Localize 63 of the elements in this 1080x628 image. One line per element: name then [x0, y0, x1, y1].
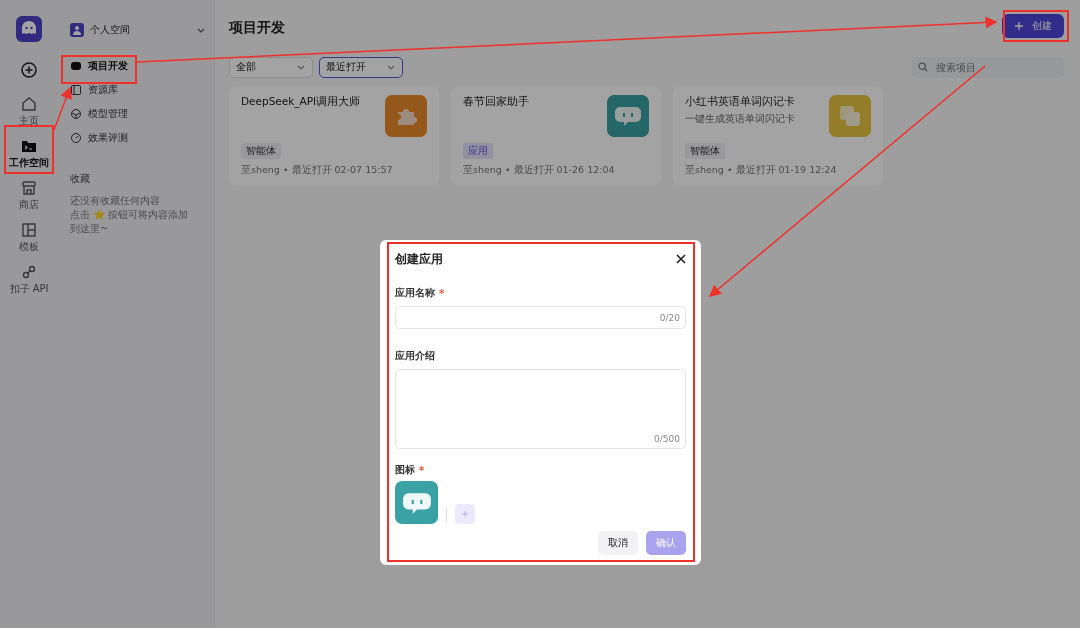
rail-item[interactable]: 扣子 API — [4, 262, 54, 298]
card-title: DeepSeek_API调用大师 — [241, 95, 361, 109]
intro-textarea[interactable]: 0/500 — [395, 369, 686, 449]
required-mark: * — [419, 464, 425, 476]
gauge-icon — [70, 132, 82, 144]
rail-item[interactable]: 工作空间 — [4, 136, 54, 172]
card-meta: 至sheng • 最近打开 02-07 15:57 — [241, 164, 394, 177]
dialog-title: 创建应用 — [395, 250, 443, 268]
favorites-title: 收藏 — [70, 172, 91, 186]
store-icon — [21, 180, 37, 196]
favorites-hint: 点击 ⭐ 按钮可将内容添加到这里~ — [70, 208, 190, 236]
link-icon — [21, 264, 37, 280]
rail-item[interactable]: 商店 — [4, 178, 54, 214]
search-field[interactable]: 搜索项目 — [912, 56, 1064, 78]
add-icon[interactable] — [21, 62, 37, 78]
field-label: 应用介绍 — [395, 349, 435, 363]
cube-icon — [70, 108, 82, 120]
chat-bubble-icon — [607, 95, 649, 137]
character-counter: 0/20 — [659, 312, 680, 323]
project-card[interactable]: 春节回家助手 应用 至sheng • 最近打开 01-26 12:04 — [451, 86, 661, 186]
home-icon — [21, 96, 37, 112]
type-tag: 智能体 — [241, 143, 281, 159]
highlight-frame — [4, 125, 54, 174]
rail-item[interactable]: 模板 — [4, 220, 54, 256]
filter-dropdown[interactable]: 全部 — [229, 56, 313, 78]
highlight-frame — [1003, 10, 1069, 42]
card-meta: 至sheng • 最近打开 01-26 12:04 — [463, 164, 616, 177]
name-input-field[interactable]: 0/20 — [395, 306, 686, 329]
character-counter: 0/500 — [654, 434, 680, 444]
rail-item[interactable]: 主页 — [4, 94, 54, 130]
robot-icon — [70, 60, 82, 72]
chat-bubble-icon[interactable] — [395, 481, 438, 524]
nav-item[interactable]: 效果评测 — [70, 126, 206, 150]
user-icon — [70, 23, 84, 37]
workspace-selector[interactable]: 个人空间 — [70, 20, 206, 40]
card-title: 春节回家助手 — [463, 95, 529, 109]
card-title: 小红书英语单词闪记卡 — [685, 95, 795, 109]
filter-dropdown[interactable]: 最近打开 — [319, 56, 403, 78]
layout-icon — [21, 222, 37, 238]
book-icon — [70, 84, 82, 96]
type-tag: 应用 — [463, 143, 493, 159]
app-logo-icon — [16, 16, 42, 42]
puzzle-icon — [385, 95, 427, 137]
create-button[interactable]: 创建 — [1002, 14, 1064, 38]
project-card[interactable]: DeepSeek_API调用大师 智能体 至sheng • 最近打开 02-07 15:57 — [229, 86, 439, 186]
favorites-empty-text: 还没有收藏任何内容 — [70, 194, 161, 208]
nav-item[interactable]: 模型管理 — [70, 102, 206, 126]
required-mark: * — [439, 287, 445, 299]
plus-icon — [1014, 21, 1024, 31]
folder-icon — [21, 138, 37, 154]
nav-item[interactable]: 项目开发 — [70, 54, 206, 78]
nav-item[interactable]: 资源库 — [70, 78, 206, 102]
stacked-squares-icon — [829, 95, 871, 137]
field-label: 图标 — [395, 463, 415, 477]
search-input[interactable]: 搜索项目 — [934, 60, 1058, 74]
cancel-button[interactable]: 取消 — [598, 531, 638, 555]
search-icon — [918, 61, 928, 73]
type-tag: 智能体 — [685, 143, 725, 159]
annotation-arrow — [53, 86, 72, 131]
close-icon[interactable] — [676, 254, 686, 264]
card-meta: 至sheng • 最近打开 01-19 12:24 — [685, 164, 838, 177]
field-label: 应用名称 — [395, 286, 435, 300]
page-title: 项目开发 — [229, 19, 285, 37]
